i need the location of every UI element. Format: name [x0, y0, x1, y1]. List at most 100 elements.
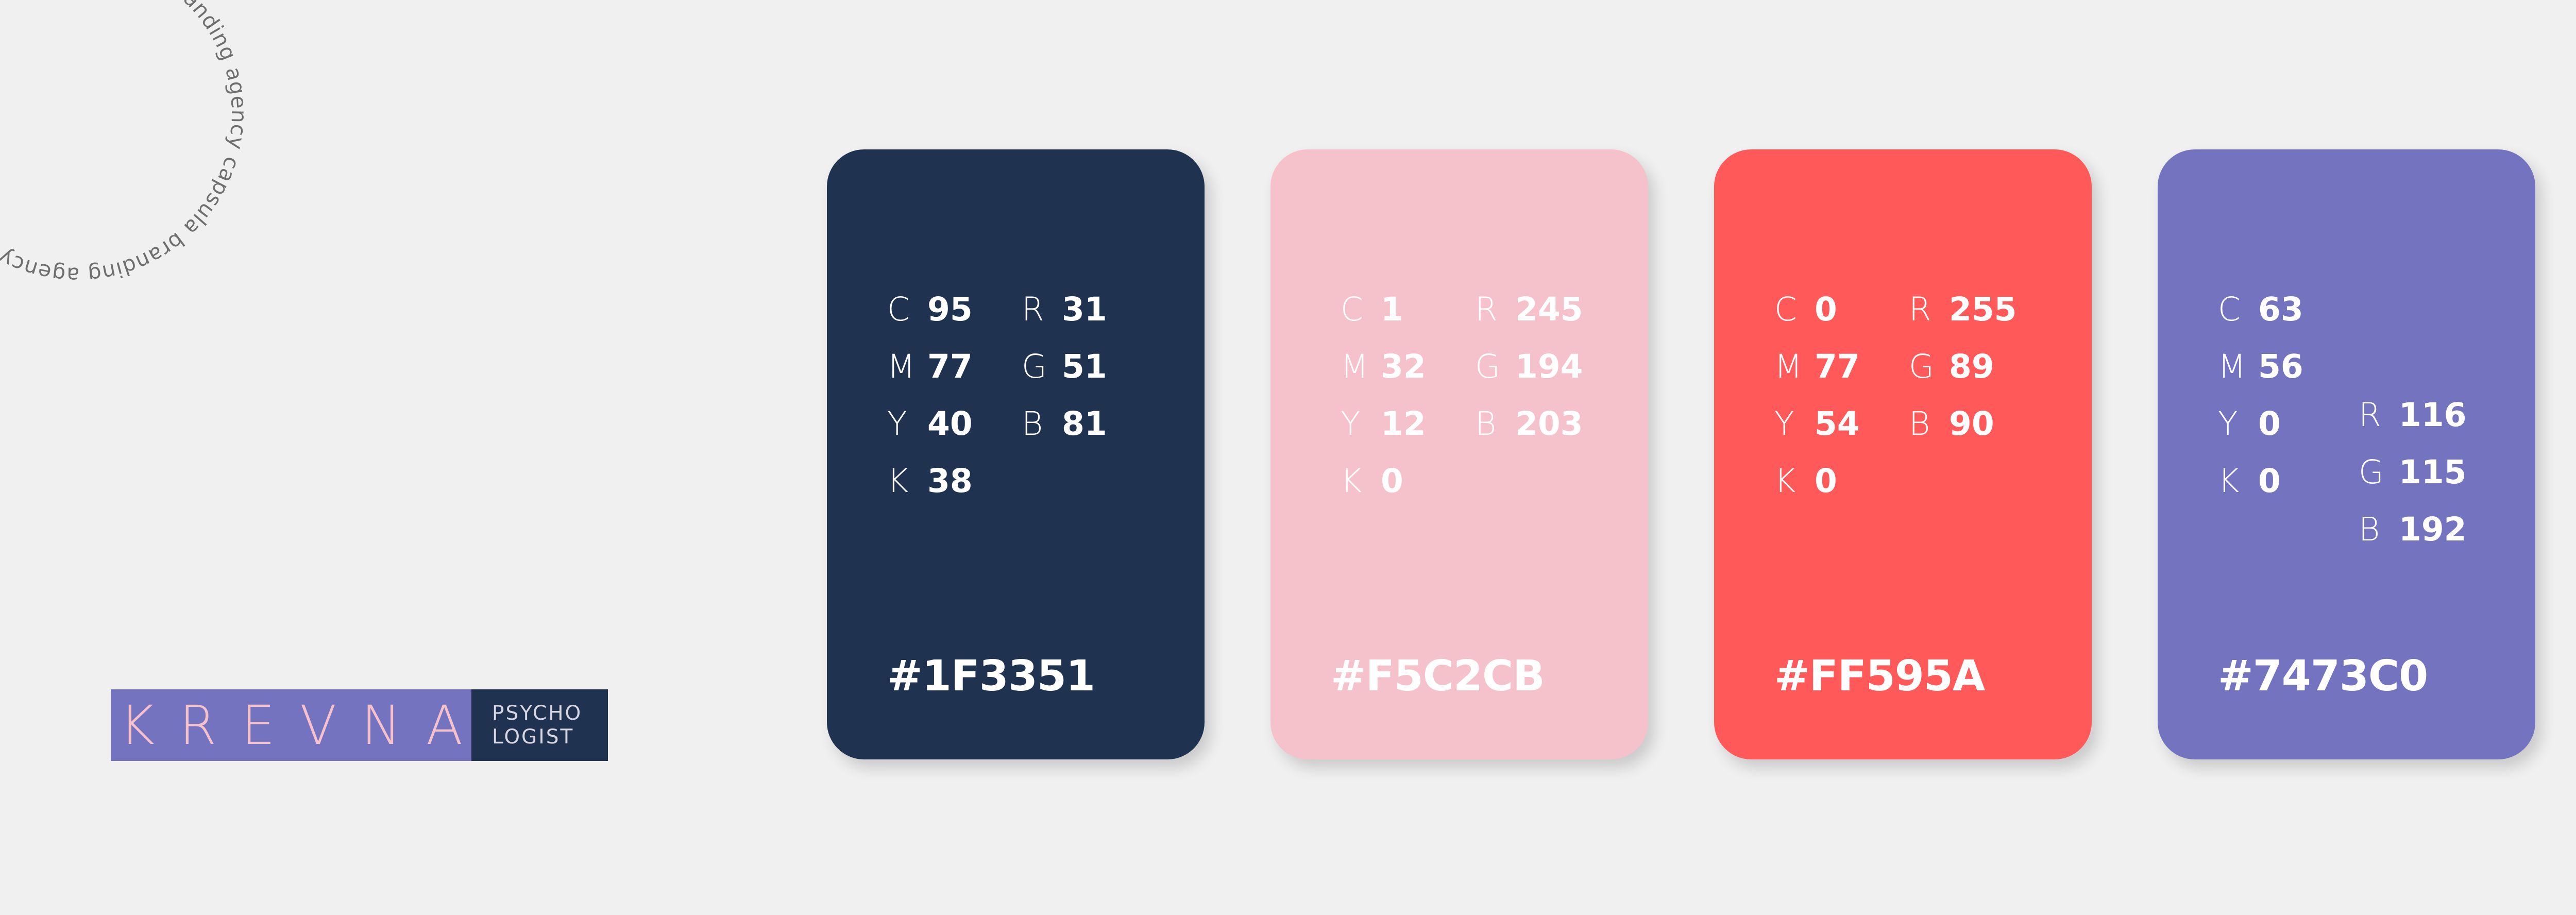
rgb-r-value: 255	[1949, 290, 2017, 328]
cmyk-m-row: M 77	[1774, 346, 1860, 387]
agency-ring-label: capsula branding agency capsula branding…	[0, 0, 251, 287]
cmyk-m-label: M	[887, 347, 916, 385]
cmyk-m-label: M	[1341, 347, 1369, 385]
cmyk-y-row: Y0	[2218, 403, 2281, 444]
cmyk-y-label: Y	[2218, 404, 2238, 443]
rgb-g-label: G	[1475, 347, 1500, 385]
rgb-g-label: G	[1022, 347, 1047, 385]
rgb-g-row: G 115	[2359, 451, 2467, 493]
swatch-card-purple: C 63 M 56 Y 0 K 0 R 116 G 115 B 192 #7473C0	[2158, 149, 2535, 759]
cmyk-m-row: M 56	[2218, 346, 2303, 387]
cmyk-m-value: 32	[1381, 347, 1426, 385]
cmyk-y-label: Y	[887, 404, 907, 443]
rgb-g-label: G	[1909, 347, 1934, 385]
hex-code: #1F3351	[887, 652, 1095, 701]
cmyk-c-label: C	[1341, 290, 1363, 328]
logo-name-block: KREVNA	[111, 689, 471, 761]
rgb-r-row: R 255	[1909, 289, 2017, 330]
rgb-g-value: 51	[1062, 347, 1107, 385]
rgb-b-value: 203	[1515, 404, 1583, 443]
rgb-b-value: 192	[2399, 510, 2467, 548]
cmyk-k-value: 38	[927, 462, 973, 500]
swatch-card-navy: C 95 M 77 Y 40 K 38 R 31 G 51 B 81 #1F3351	[827, 149, 1205, 759]
rgb-r-label: R	[1022, 290, 1044, 328]
hex-code: #F5C2CB	[1331, 652, 1545, 701]
cmyk-c-row: C0	[1774, 289, 1837, 330]
rgb-b-row: B 90	[1909, 403, 1994, 444]
rgb-g-row: G 51	[1022, 346, 1107, 387]
logo-descriptor-line-2: LOGIST	[492, 725, 574, 749]
cmyk-m-label: M	[2218, 347, 2246, 385]
rgb-r-row: R 116	[2359, 394, 2467, 435]
cmyk-y-value: 54	[1815, 404, 1860, 443]
rgb-r-value: 116	[2399, 396, 2467, 434]
cmyk-c-value: 1	[1381, 290, 1403, 328]
cmyk-k-row: K0	[2218, 460, 2281, 501]
cmyk-m-row: M 77	[887, 346, 973, 387]
rgb-b-row: B 192	[2359, 509, 2467, 550]
cmyk-c-value: 0	[1815, 290, 1837, 328]
rgb-g-row: G 194	[1475, 346, 1583, 387]
brand-palette-board: capsula branding agency capsula branding…	[0, 0, 2576, 915]
rgb-r-label: R	[1475, 290, 1498, 328]
swatch-card-coral: C 0 M 77 Y 54 K 0 R 255 G 89 B 90 #FF595A	[1714, 149, 2092, 759]
rgb-b-label: B	[2359, 510, 2380, 548]
cmyk-k-row: K0	[1341, 460, 1403, 501]
cmyk-y-value: 0	[2258, 404, 2281, 443]
rgb-b-row: B 203	[1475, 403, 1583, 444]
cmyk-y-row: Y 40	[887, 403, 973, 444]
cmyk-c-row: C1	[1341, 289, 1403, 330]
logo-descriptor-line-1: PSYCHO	[492, 701, 583, 725]
rgb-r-row: R 245	[1475, 289, 1583, 330]
rgb-g-value: 194	[1515, 347, 1583, 385]
rgb-r-label: R	[1909, 290, 1931, 328]
cmyk-c-label: C	[2218, 290, 2241, 328]
rgb-r-row: R 31	[1022, 289, 1107, 330]
cmyk-c-label: C	[1774, 290, 1797, 328]
cmyk-c-label: C	[887, 290, 910, 328]
cmyk-k-label: K	[1774, 462, 1796, 500]
agency-ring-text: capsula branding agency capsula branding…	[0, 0, 251, 287]
cmyk-y-label: Y	[1341, 404, 1361, 443]
cmyk-y-value: 12	[1381, 404, 1426, 443]
logo-name: KREVNA	[119, 693, 488, 757]
rgb-r-value: 245	[1515, 290, 1583, 328]
cmyk-k-label: K	[1341, 462, 1362, 500]
rgb-r-label: R	[2359, 396, 2381, 434]
cmyk-m-value: 56	[2258, 347, 2303, 385]
swatch-card-pink: C 1 M 32 Y 12 K 0 R 245 G 194 B 203 #F5C2CB	[1270, 149, 1648, 759]
cmyk-k-value: 0	[2258, 462, 2281, 500]
cmyk-c-value: 95	[927, 290, 973, 328]
hex-code: #7473C0	[2218, 652, 2428, 701]
rgb-g-label: G	[2359, 453, 2384, 491]
cmyk-k-label: K	[2218, 462, 2240, 500]
cmyk-m-row: M 32	[1341, 346, 1426, 387]
cmyk-m-label: M	[1774, 347, 1803, 385]
svg-text:capsula branding agency capsu: capsula branding agency capsula branding…	[0, 0, 251, 287]
cmyk-k-row: K 38	[887, 460, 973, 501]
rgb-g-row: G 89	[1909, 346, 1994, 387]
cmyk-c-row: C 63	[2218, 289, 2303, 330]
cmyk-y-label: Y	[1774, 404, 1794, 443]
cmyk-k-row: K0	[1774, 460, 1837, 501]
rgb-g-value: 115	[2399, 453, 2467, 491]
hex-code: #FF595A	[1774, 652, 1985, 701]
cmyk-k-value: 0	[1381, 462, 1403, 500]
cmyk-y-row: Y 54	[1774, 403, 1860, 444]
cmyk-k-label: K	[887, 462, 909, 500]
rgb-b-label: B	[1909, 404, 1930, 443]
cmyk-m-value: 77	[927, 347, 973, 385]
rgb-b-label: B	[1475, 404, 1497, 443]
rgb-r-value: 31	[1062, 290, 1107, 328]
cmyk-c-row: C 95	[887, 289, 973, 330]
cmyk-y-row: Y 12	[1341, 403, 1426, 444]
brand-logo: KREVNA PSYCHO LOGIST	[111, 689, 608, 761]
rgb-g-value: 89	[1949, 347, 1994, 385]
cmyk-k-value: 0	[1815, 462, 1837, 500]
cmyk-c-value: 63	[2258, 290, 2303, 328]
rgb-b-value: 81	[1062, 404, 1107, 443]
rgb-b-row: B 81	[1022, 403, 1107, 444]
cmyk-y-value: 40	[927, 404, 973, 443]
rgb-b-value: 90	[1949, 404, 1994, 443]
logo-descriptor-block: PSYCHO LOGIST	[471, 689, 608, 761]
